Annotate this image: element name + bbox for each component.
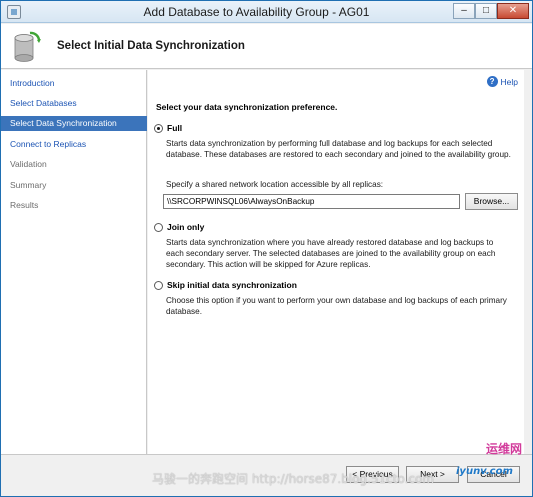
watermark-logo-url: iyunv.com: [456, 466, 513, 477]
share-location-label: Specify a shared network location access…: [166, 180, 384, 189]
help-link[interactable]: ? Help: [486, 76, 518, 87]
join-only-radio[interactable]: [154, 223, 163, 232]
wizard-header: Select Initial Data Synchronization: [1, 24, 532, 69]
share-location-input[interactable]: \\SRCORPWINSQL06\AlwaysOnBackup: [163, 194, 460, 209]
join-only-description: Starts data synchronization where you ha…: [166, 238, 496, 269]
window-title: Add Database to Availability Group - AG0…: [143, 5, 370, 19]
full-description: Starts data synchronization by performin…: [166, 139, 511, 159]
skip-sync-description: Choose this option if you want to perfor…: [166, 296, 507, 316]
maximize-button[interactable]: □: [475, 3, 497, 19]
database-sync-icon: [14, 31, 41, 62]
watermark-text: 马骏一的奔跑空间 http://horse87.blog.51cto.com: [152, 472, 435, 486]
skip-sync-label[interactable]: Skip initial data synchronization: [167, 280, 297, 290]
watermark-logo-cn: 运维网: [486, 442, 523, 456]
full-label[interactable]: Full: [167, 123, 182, 133]
browse-button[interactable]: Browse...: [465, 193, 518, 210]
wizard-content: ? Help Select your data synchronization …: [148, 70, 524, 454]
title-bar: Add Database to Availability Group - AG0…: [1, 1, 532, 23]
nav-item-select-databases[interactable]: Select Databases: [1, 96, 147, 111]
full-radio[interactable]: [154, 124, 163, 133]
nav-item-introduction[interactable]: Introduction: [1, 76, 147, 91]
nav-item-select-data-synchronization[interactable]: Select Data Synchronization: [1, 116, 147, 131]
help-icon: ?: [486, 76, 498, 87]
nav-item-results: Results: [10, 200, 39, 210]
nav-item-validation: Validation: [10, 159, 47, 169]
minimize-button[interactable]: –: [453, 3, 475, 19]
page-title: Select Initial Data Synchronization: [57, 40, 245, 52]
join-only-label[interactable]: Join only: [167, 222, 204, 232]
wizard-nav: Introduction Select Databases Select Dat…: [1, 70, 147, 454]
help-label: Help: [500, 76, 518, 87]
wizard-window: Add Database to Availability Group - AG0…: [0, 0, 533, 497]
close-button[interactable]: ✕: [497, 3, 529, 19]
nav-item-connect-to-replicas[interactable]: Connect to Replicas: [1, 137, 147, 152]
nav-item-summary: Summary: [10, 180, 47, 190]
sync-preference-prompt: Select your data synchronization prefere…: [156, 102, 338, 112]
skip-sync-radio[interactable]: [154, 281, 163, 290]
